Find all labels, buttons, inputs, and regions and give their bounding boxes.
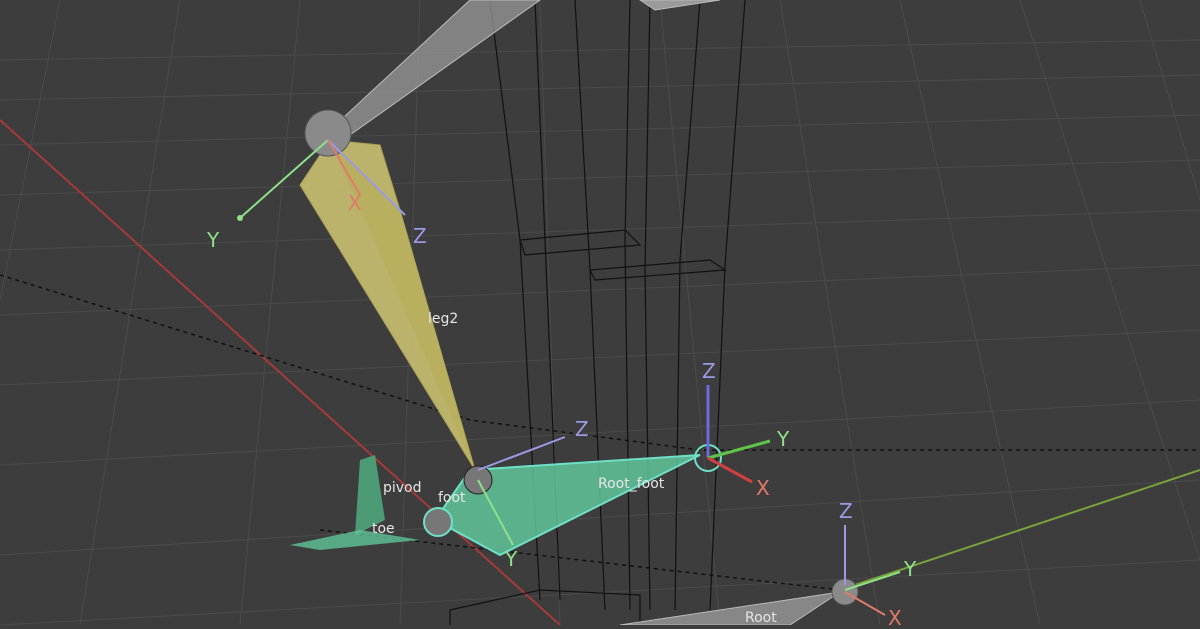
toe-joint[interactable] — [423, 507, 453, 537]
leg2-y-label: Y — [206, 228, 220, 252]
foot-y-label: Y — [504, 547, 518, 571]
upper-bone — [328, 0, 541, 136]
foot-label: foot — [438, 490, 466, 506]
root-foot-label: Root_foot — [598, 476, 665, 492]
toe-bone — [290, 530, 420, 550]
dashed-relation-line — [0, 274, 1200, 451]
root-foot-x-label: X — [756, 476, 770, 500]
root-x-label: X — [888, 606, 902, 625]
foot-z-label: Z — [575, 417, 589, 441]
floor-grid — [0, 0, 1200, 626]
3d-viewport[interactable]: leg2 Y Z X Root_foot pivod foot toe Z Y … — [0, 0, 1200, 629]
pivod-label: pivod — [383, 480, 422, 496]
toe-label: toe — [372, 521, 395, 537]
root-z-label: Z — [839, 499, 853, 523]
viewport-canvas: leg2 Y Z X Root_foot pivod foot toe Z Y … — [0, 0, 1200, 629]
root-bone — [619, 591, 841, 626]
root-y-label: Y — [903, 557, 917, 581]
leg2-x-label: X — [348, 191, 362, 215]
root-label: Root — [745, 610, 777, 625]
leg2-z-label: Z — [413, 224, 427, 248]
root-foot-y-label: Y — [776, 427, 790, 451]
leg2-bone-face — [330, 140, 475, 470]
y-axis-line — [839, 469, 1200, 591]
root-foot-z-label: Z — [702, 359, 716, 383]
root-y-axis — [844, 571, 901, 591]
leg2-y-handle[interactable] — [237, 215, 243, 221]
leg2-head-joint[interactable] — [304, 109, 352, 157]
leg2-label: leg2 — [428, 311, 458, 327]
leg2-bone — [299, 139, 476, 471]
upper-bone-tip — [639, 0, 721, 11]
